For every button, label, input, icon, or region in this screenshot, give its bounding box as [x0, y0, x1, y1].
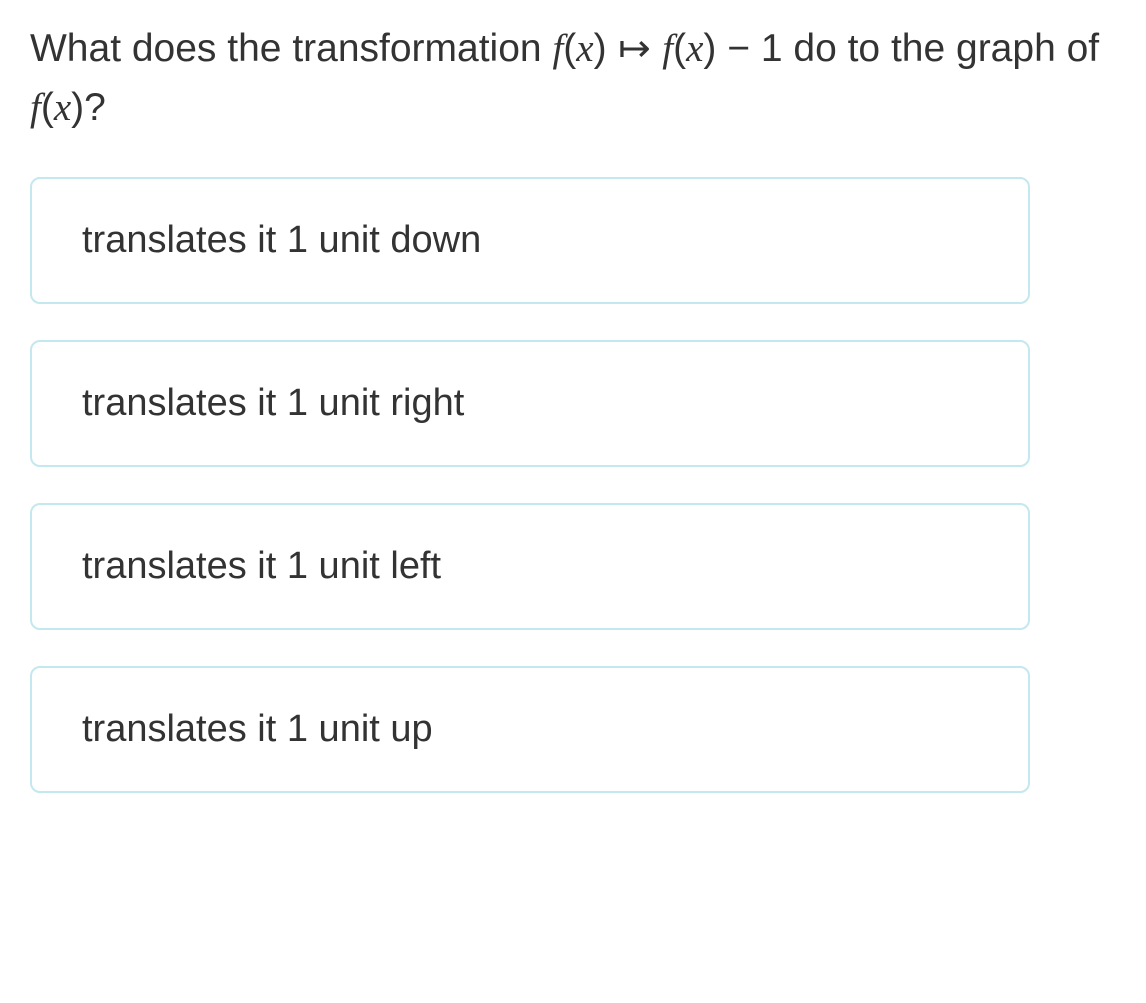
answer-label: translates it 1 unit right [82, 382, 464, 424]
question-sp [651, 27, 662, 70]
answer-option-3[interactable]: translates it 1 unit left [30, 503, 1030, 630]
question-f3: f [30, 86, 41, 129]
question-paren5: ( [41, 86, 54, 129]
question-paren1: ( [563, 27, 576, 70]
answer-option-1[interactable]: translates it 1 unit down [30, 177, 1030, 304]
answer-label: translates it 1 unit down [82, 219, 481, 261]
question-f2: f [662, 27, 673, 70]
question-x3: x [54, 86, 71, 129]
question-x2: x [686, 27, 703, 70]
answer-option-4[interactable]: translates it 1 unit up [30, 666, 1030, 793]
question-paren6: )? [71, 86, 106, 129]
answer-option-2[interactable]: translates it 1 unit right [30, 340, 1030, 467]
question-part2: ) − 1 do to the graph of [703, 27, 1099, 70]
question-paren3: ( [673, 27, 686, 70]
answer-label: translates it 1 unit up [82, 708, 433, 750]
answer-label: translates it 1 unit left [82, 545, 441, 587]
mapsto-icon: ↦ [617, 20, 651, 79]
question-paren2: ) [594, 27, 618, 70]
question-x1: x [576, 27, 593, 70]
question-text: What does the transformation f(x) ↦ f(x)… [30, 20, 1116, 137]
question-f1: f [552, 27, 563, 70]
answer-list: translates it 1 unit down translates it … [30, 177, 1030, 793]
question-part1: What does the transformation [30, 27, 552, 70]
